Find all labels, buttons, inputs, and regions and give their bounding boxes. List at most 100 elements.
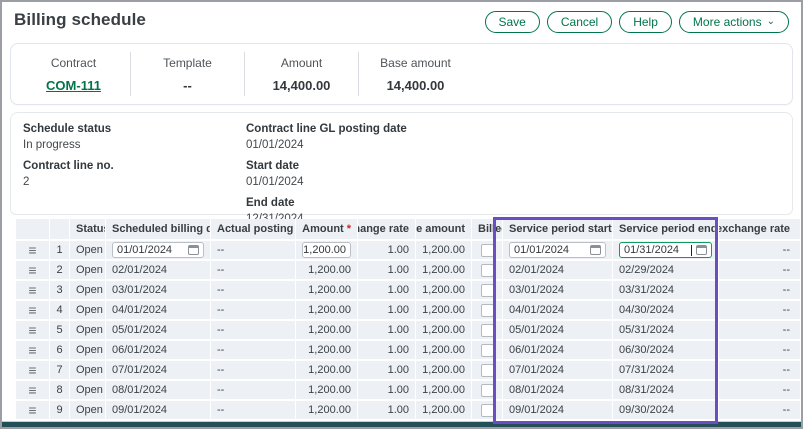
cell-amount: 1,200.00 bbox=[296, 241, 358, 259]
cell-service-period-end-date: 01/31/2024 bbox=[613, 241, 719, 259]
drag-handle-icon[interactable]: ≡ bbox=[28, 265, 36, 275]
row-cell-drag: ≡ bbox=[16, 321, 50, 339]
scheduled-billing-date-input[interactable]: 01/01/2024 bbox=[112, 242, 204, 258]
cell-actual-posting-date: -- bbox=[211, 241, 296, 259]
cell-actual-posting-date: -- bbox=[211, 261, 296, 279]
summary-base-amount-label: Base amount bbox=[359, 56, 472, 70]
table-row: ≡7Open07/01/2024--1,200.001.001,200.0007… bbox=[16, 361, 801, 379]
cell-amount: 1,200.00 bbox=[296, 401, 358, 419]
contract-link[interactable]: COM-111 bbox=[46, 78, 101, 93]
header-posted-exchange-rate: Posted exchange rate bbox=[719, 219, 801, 239]
drag-handle-icon[interactable]: ≡ bbox=[28, 285, 36, 295]
cell-scheduled-billing-date: 04/01/2024 bbox=[106, 301, 211, 319]
service-period-end-date-input[interactable]: 01/31/2024 bbox=[619, 242, 712, 258]
summary-amount-value: 14,400.00 bbox=[245, 78, 358, 93]
schedule-details-card: Schedule status In progress Contract lin… bbox=[10, 112, 793, 215]
row-number: 6 bbox=[50, 341, 70, 359]
cell-status: Open bbox=[70, 361, 106, 379]
cancel-button[interactable]: Cancel bbox=[547, 11, 612, 33]
schedule-status-field: Schedule status In progress bbox=[23, 123, 246, 151]
cell-billed bbox=[472, 341, 503, 359]
service-period-end-date-input-value: 01/31/2024 bbox=[624, 244, 690, 256]
header-scheduled-billing-date: Scheduled billing date* bbox=[106, 219, 211, 239]
cell-base-amount: 1,200.00 bbox=[416, 281, 472, 299]
cell-service-period-start-date: 07/01/2024 bbox=[503, 361, 613, 379]
table-row: ≡9Open09/01/2024--1,200.001.001,200.0009… bbox=[16, 401, 801, 419]
help-button[interactable]: Help bbox=[619, 11, 672, 33]
billed-checkbox[interactable] bbox=[481, 404, 494, 417]
cell-exchange-rate: 1.00 bbox=[358, 401, 416, 419]
amount-input[interactable]: 1,200.00 bbox=[302, 242, 351, 258]
drag-handle-icon[interactable]: ≡ bbox=[28, 385, 36, 395]
billed-checkbox[interactable] bbox=[481, 244, 494, 257]
cell-service-period-end-date: 08/31/2024 bbox=[613, 381, 719, 399]
cell-base-amount: 1,200.00 bbox=[416, 381, 472, 399]
end-date-label: End date bbox=[246, 197, 780, 209]
cell-posted-exchange-rate: -- bbox=[719, 361, 801, 379]
row-cell-drag: ≡ bbox=[16, 341, 50, 359]
billed-checkbox[interactable] bbox=[481, 304, 494, 317]
cell-scheduled-billing-date: 02/01/2024 bbox=[106, 261, 211, 279]
cell-posted-exchange-rate: -- bbox=[719, 261, 801, 279]
cell-service-period-start-date: 09/01/2024 bbox=[503, 401, 613, 419]
row-cell-drag: ≡ bbox=[16, 301, 50, 319]
cell-status: Open bbox=[70, 281, 106, 299]
billed-checkbox[interactable] bbox=[481, 364, 494, 377]
save-button[interactable]: Save bbox=[485, 11, 540, 33]
row-number: 5 bbox=[50, 321, 70, 339]
calendar-icon[interactable] bbox=[188, 245, 199, 255]
cell-actual-posting-date: -- bbox=[211, 321, 296, 339]
drag-handle-icon[interactable]: ≡ bbox=[28, 245, 36, 255]
cell-service-period-start-date: 03/01/2024 bbox=[503, 281, 613, 299]
page-title: Billing schedule bbox=[14, 10, 146, 30]
cell-posted-exchange-rate: -- bbox=[719, 341, 801, 359]
service-period-start-date-input[interactable]: 01/01/2024 bbox=[509, 242, 606, 258]
cell-scheduled-billing-date: 06/01/2024 bbox=[106, 341, 211, 359]
billed-checkbox[interactable] bbox=[481, 324, 494, 337]
cell-exchange-rate: 1.00 bbox=[358, 281, 416, 299]
cell-posted-exchange-rate: -- bbox=[719, 281, 801, 299]
billing-schedule-page: Billing schedule Save Cancel Help More a… bbox=[0, 0, 803, 429]
summary-amount-label: Amount bbox=[245, 56, 358, 70]
header-drag-column bbox=[16, 219, 50, 239]
schedule-status-value: In progress bbox=[23, 139, 246, 151]
drag-handle-icon[interactable]: ≡ bbox=[28, 305, 36, 315]
billed-checkbox[interactable] bbox=[481, 384, 494, 397]
drag-handle-icon[interactable]: ≡ bbox=[28, 405, 36, 415]
drag-handle-icon[interactable]: ≡ bbox=[28, 345, 36, 355]
cell-posted-exchange-rate: -- bbox=[719, 401, 801, 419]
row-cell-drag: ≡ bbox=[16, 261, 50, 279]
row-cell-drag: ≡ bbox=[16, 401, 50, 419]
cell-status: Open bbox=[70, 321, 106, 339]
cell-service-period-start-date: 06/01/2024 bbox=[503, 341, 613, 359]
calendar-icon[interactable] bbox=[696, 245, 707, 255]
row-number: 8 bbox=[50, 381, 70, 399]
cell-base-amount: 1,200.00 bbox=[416, 341, 472, 359]
drag-handle-icon[interactable]: ≡ bbox=[28, 365, 36, 375]
row-number: 4 bbox=[50, 301, 70, 319]
details-left-column: Schedule status In progress Contract lin… bbox=[23, 123, 246, 204]
cell-billed bbox=[472, 401, 503, 419]
summary-base-amount-value: 14,400.00 bbox=[359, 78, 472, 93]
cell-base-amount: 1,200.00 bbox=[416, 401, 472, 419]
billed-checkbox[interactable] bbox=[481, 264, 494, 277]
summary-amount: Amount 14,400.00 bbox=[245, 52, 358, 97]
cell-base-amount: 1,200.00 bbox=[416, 301, 472, 319]
billed-checkbox[interactable] bbox=[481, 284, 494, 297]
schedule-status-label: Schedule status bbox=[23, 123, 246, 135]
cell-billed bbox=[472, 381, 503, 399]
table-row: ≡2Open02/01/2024--1,200.001.001,200.0002… bbox=[16, 261, 801, 279]
cell-base-amount: 1,200.00 bbox=[416, 321, 472, 339]
billed-checkbox[interactable] bbox=[481, 344, 494, 357]
drag-handle-icon[interactable]: ≡ bbox=[28, 325, 36, 335]
cell-service-period-start-date: 02/01/2024 bbox=[503, 261, 613, 279]
cell-service-period-end-date: 07/31/2024 bbox=[613, 361, 719, 379]
calendar-icon[interactable] bbox=[590, 245, 601, 255]
more-actions-button[interactable]: More actions ⌄ bbox=[679, 11, 789, 33]
gl-posting-date-label: Contract line GL posting date bbox=[246, 123, 780, 135]
summary-template: Template -- bbox=[131, 52, 244, 97]
start-date-field: Start date 01/01/2024 bbox=[246, 160, 780, 188]
scheduled-billing-date-input-value: 01/01/2024 bbox=[117, 244, 172, 256]
cell-posted-exchange-rate: -- bbox=[719, 381, 801, 399]
header-actual-posting-date: Actual posting date bbox=[211, 219, 296, 239]
